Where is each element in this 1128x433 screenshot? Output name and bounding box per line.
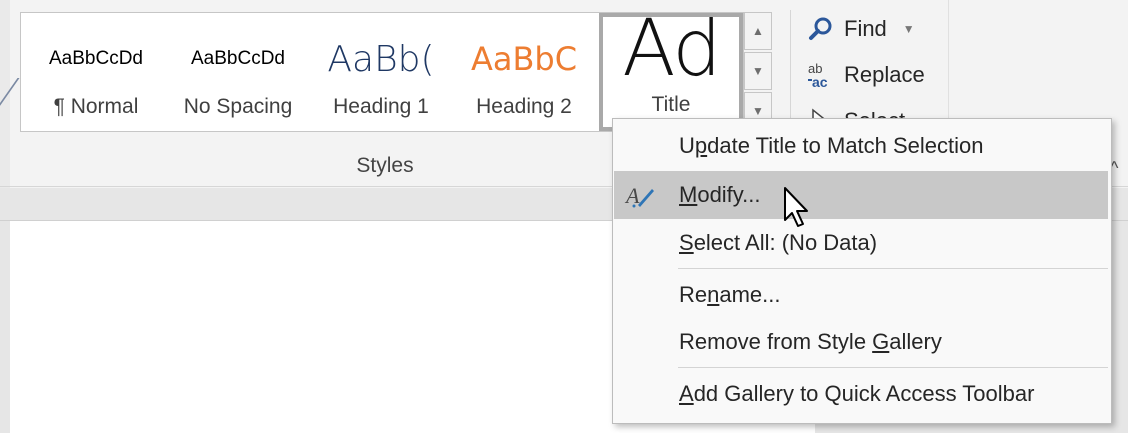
menu-item-select-all[interactable]: Select All: (No Data) <box>614 219 1108 267</box>
style-tile-heading1[interactable]: AaBb( Heading 1 <box>313 13 449 131</box>
mouse-pointer-icon <box>782 186 810 230</box>
replace-ab-ac-icon: ab ac <box>806 60 836 90</box>
style-label-heading2: Heading 2 <box>476 95 572 118</box>
style-preview-title: Ad <box>622 17 722 81</box>
menu-accelerator: M <box>679 182 698 207</box>
find-label: Find <box>844 16 887 41</box>
style-preview-heading1: AaBb( <box>327 38 435 80</box>
menu-text: date Title to Match Selection <box>707 133 984 158</box>
menu-text: ame... <box>719 282 781 307</box>
find-button[interactable]: Find ▼ <box>806 12 915 46</box>
menu-item-modify[interactable]: A Modify... <box>614 171 1108 219</box>
menu-accelerator: G <box>872 329 890 354</box>
style-tile-heading2[interactable]: AaBbC Heading 2 <box>457 13 591 131</box>
menu-item-update-title[interactable]: Update Title to Match Selection <box>614 122 1108 170</box>
menu-accelerator: n <box>707 282 720 307</box>
chevron-down-icon: ▼ <box>902 22 915 36</box>
style-tile-title[interactable]: Ad Title <box>599 13 743 131</box>
menu-separator <box>678 367 1108 368</box>
style-context-menu: Update Title to Match Selection A Modify… <box>612 118 1112 424</box>
menu-text: Remove from Style <box>679 329 873 354</box>
style-label-normal: ¶ Normal <box>53 95 139 118</box>
menu-item-rename[interactable]: Rename... <box>614 271 1108 319</box>
style-label-heading1: Heading 1 <box>333 95 429 118</box>
style-tile-normal[interactable]: AaBbCcDd ¶ Normal <box>29 13 163 131</box>
menu-separator <box>678 268 1108 269</box>
menu-text: dd Gallery to Quick Access Toolbar <box>693 381 1035 406</box>
menu-accelerator: p <box>694 133 708 158</box>
styles-gallery: AaBbCcDd ¶ Normal AaBbCcDd No Spacing Aa… <box>20 12 744 132</box>
document-left-margin <box>0 221 10 433</box>
gallery-scroll-down-button[interactable]: ▼ <box>744 52 772 90</box>
menu-text: elect All: (No Data) <box>693 230 878 255</box>
pencil-style-icon: A <box>624 179 656 211</box>
menu-accelerator: S <box>679 230 694 255</box>
style-tile-no-spacing[interactable]: AaBbCcDd No Spacing <box>171 13 305 131</box>
replace-button[interactable]: ab ac Replace <box>806 58 925 92</box>
svg-text:A: A <box>624 183 640 208</box>
style-preview-normal: AaBbCcDd <box>49 48 143 69</box>
style-preview-no-spacing: AaBbCcDd <box>191 48 285 69</box>
menu-accelerator: A <box>679 381 694 406</box>
triangle-up-icon: ▲ <box>752 24 764 38</box>
style-label-title: Title <box>651 93 691 116</box>
replace-label: Replace <box>844 62 925 87</box>
menu-item-remove-from-gallery[interactable]: Remove from Style Gallery <box>614 318 1108 366</box>
gallery-scroll: ▲ ▼ ▼ <box>744 12 772 130</box>
magnifier-icon <box>806 14 836 44</box>
gallery-scroll-up-button[interactable]: ▲ <box>744 12 772 50</box>
svg-text:ac: ac <box>812 74 828 90</box>
style-preview-heading2: AaBbC <box>470 40 578 78</box>
triangle-down-icon: ▼ <box>752 64 764 78</box>
menu-text: Re <box>679 282 708 307</box>
menu-item-add-to-qat[interactable]: Add Gallery to Quick Access Toolbar <box>614 370 1108 418</box>
menu-text: allery <box>889 329 942 354</box>
more-dropdown-icon: ▼ <box>752 104 764 118</box>
menu-text: odify... <box>697 182 761 207</box>
menu-text: U <box>679 133 695 158</box>
style-label-no-spacing: No Spacing <box>183 95 293 118</box>
